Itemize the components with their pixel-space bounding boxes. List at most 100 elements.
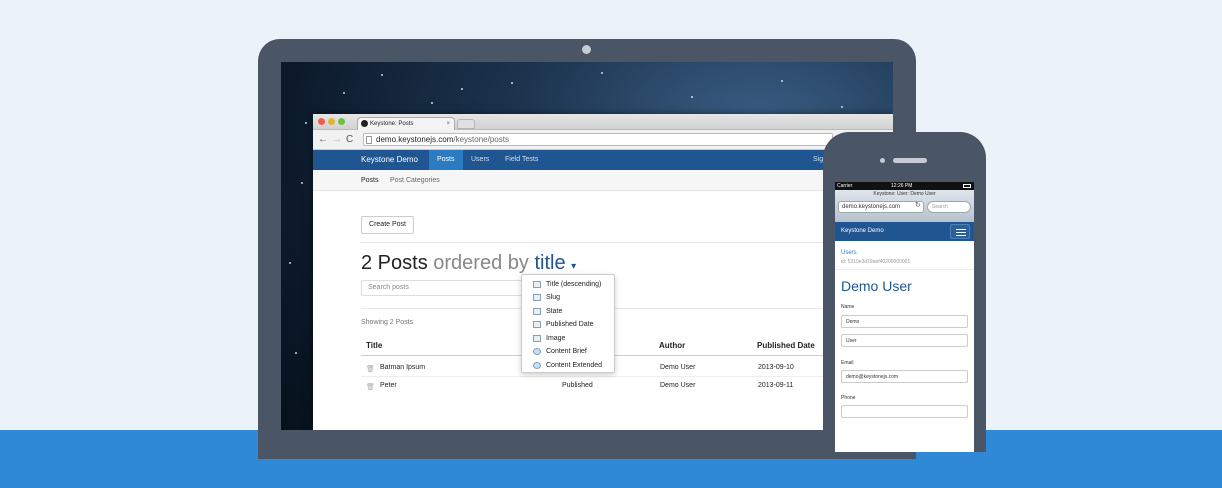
record-id: id: 5210e3d19aef40200000001 [841, 259, 911, 265]
sort-option-published-date[interactable]: Published Date [522, 318, 616, 331]
minimize-window-button[interactable] [328, 118, 335, 125]
keystone-favicon-icon [361, 120, 368, 127]
create-post-button[interactable]: Create Post [361, 216, 414, 234]
sort-option-image[interactable]: Image [522, 332, 616, 345]
caret-down-icon[interactable]: ▾ [571, 261, 576, 272]
first-name-field[interactable]: Demo [841, 315, 968, 328]
app-navbar: Keystone Demo Posts Users Field Tests Si… [313, 150, 893, 170]
email-field[interactable]: demo@keystonejs.com [841, 370, 968, 383]
html-code-icon [533, 362, 541, 369]
forward-arrow-icon[interactable]: → [332, 134, 342, 145]
subnav-item-posts[interactable]: Posts [361, 170, 379, 191]
sort-option-content-brief[interactable]: Content Brief [522, 345, 616, 358]
mobile-address-bar[interactable]: demo.keystonejs.com [838, 201, 924, 213]
phone-field[interactable] [841, 405, 968, 418]
column-header-title[interactable]: Title [366, 341, 382, 350]
close-window-button[interactable] [318, 118, 325, 125]
showing-count: Showing 2 Posts [361, 319, 414, 326]
browser-window: Keystone: Posts × ← → C demo.keystonejs.… [313, 114, 893, 430]
carrier-label: Carrier [837, 183, 853, 189]
table-cell-title[interactable]: Batman Ipsum [380, 364, 425, 371]
status-bar: Carrier 12:26 PM [835, 182, 974, 190]
row-divider [361, 376, 881, 377]
table-header-line [361, 355, 881, 356]
window-controls [318, 118, 345, 125]
brand-link[interactable]: Keystone Demo [361, 150, 418, 170]
page-icon [366, 136, 372, 144]
status-time: 12:26 PM [891, 183, 913, 189]
hamburger-menu-icon[interactable] [950, 224, 970, 239]
last-name-field[interactable]: User [841, 334, 968, 347]
back-arrow-icon[interactable]: ← [318, 134, 328, 145]
email-label: Email [841, 360, 854, 366]
close-tab-icon[interactable]: × [446, 118, 450, 130]
phone-frame: Carrier 12:26 PM Keystone: User: Demo Us… [823, 132, 986, 452]
ordered-by-label: ordered by [433, 252, 529, 274]
table-cell-author: Demo User [660, 364, 696, 371]
sort-option-label: Image [546, 335, 566, 342]
reload-icon[interactable]: ↻ [915, 201, 921, 209]
browser-toolbar: ← → C demo.keystonejs.com/keystone/posts [313, 130, 893, 150]
phone-camera [880, 158, 885, 163]
subnav-item-post-categories[interactable]: Post Categories [390, 170, 440, 191]
url-path: /keystone/posts [453, 135, 509, 144]
text-field-icon [533, 281, 541, 288]
nav-item-posts[interactable]: Posts [429, 150, 463, 170]
mobile-brand-link[interactable]: Keystone Demo [841, 222, 884, 241]
post-count: 2 Posts [361, 252, 428, 274]
url-host: demo.keystonejs.com [376, 135, 454, 144]
sort-option-title-desc[interactable]: Title (descending) [522, 278, 616, 291]
record-heading: Demo User [841, 278, 912, 294]
search-input[interactable]: Search posts [361, 280, 531, 296]
divider [835, 269, 974, 270]
html-code-icon [533, 348, 541, 355]
calendar-icon [533, 321, 541, 328]
page-title: 2 Posts ordered by title ▾ [361, 252, 576, 275]
table-cell-date: 2013-09-10 [758, 364, 794, 371]
mobile-browser-bar: Keystone: User: Demo User demo.keystonej… [835, 190, 974, 222]
table-cell-title[interactable]: Peter [380, 382, 397, 389]
sort-key-toggle[interactable]: title [534, 252, 565, 274]
divider [361, 242, 881, 243]
table-cell-date: 2013-09-11 [758, 382, 794, 389]
nav-item-field-tests[interactable]: Field Tests [497, 150, 546, 170]
laptop-camera [582, 45, 591, 54]
divider [361, 308, 881, 309]
sort-option-content-extended[interactable]: Content Extended [522, 359, 616, 372]
sub-navbar: Posts Post Categories [313, 170, 893, 191]
battery-icon [963, 184, 971, 188]
image-icon [533, 335, 541, 342]
text-field-icon [533, 294, 541, 301]
laptop-frame: Keystone: Posts × ← → C demo.keystonejs.… [258, 39, 916, 459]
sort-dropdown: Title (descending) Slug State Published … [521, 274, 615, 373]
reload-icon[interactable]: C [346, 134, 353, 145]
sort-option-slug[interactable]: Slug [522, 291, 616, 304]
mobile-search-input[interactable]: Search [927, 201, 971, 213]
zoom-window-button[interactable] [338, 118, 345, 125]
address-bar[interactable]: demo.keystonejs.com/keystone/posts [363, 133, 833, 146]
sort-option-state[interactable]: State [522, 305, 616, 318]
column-header-published-date[interactable]: Published Date [757, 341, 815, 350]
phone-speaker [893, 158, 927, 163]
column-header-author[interactable]: Author [659, 341, 685, 350]
laptop-screen: Keystone: Posts × ← → C demo.keystonejs.… [281, 62, 893, 430]
sort-option-label: Content Extended [546, 362, 603, 369]
new-tab-button[interactable] [457, 119, 475, 129]
delete-icon[interactable]: 🗑 [366, 365, 375, 373]
delete-icon[interactable]: 🗑 [366, 383, 375, 391]
nav-item-users[interactable]: Users [463, 150, 497, 170]
mobile-page-title: Keystone: User: Demo User [873, 191, 936, 197]
browser-tab-title: Keystone: Posts [370, 121, 414, 127]
sort-option-label: Published Date [546, 321, 594, 328]
phone-screen: Carrier 12:26 PM Keystone: User: Demo Us… [835, 182, 974, 452]
select-field-icon [533, 308, 541, 315]
table-cell-state: Published [562, 382, 593, 389]
browser-tab[interactable]: Keystone: Posts × [357, 117, 455, 130]
name-label: Name [841, 304, 855, 310]
phone-label: Phone [841, 395, 856, 401]
breadcrumb[interactable]: Users [841, 250, 857, 256]
sort-option-label: Content Brief [546, 348, 587, 355]
sort-option-label: Title (descending) [546, 281, 602, 288]
tab-strip: Keystone: Posts × [313, 114, 893, 130]
mobile-navbar: Keystone Demo [835, 222, 974, 241]
